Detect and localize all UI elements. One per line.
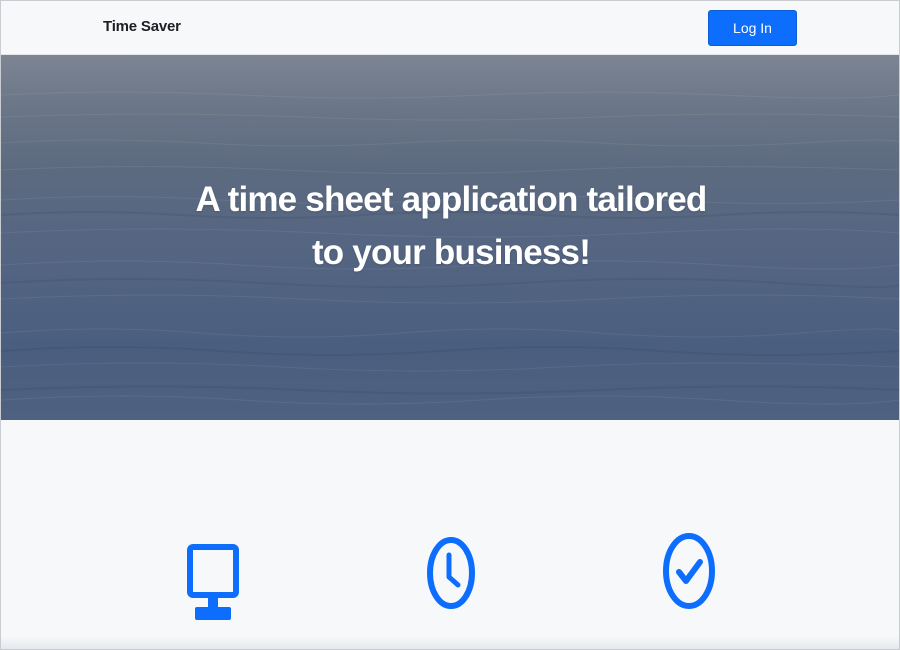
hero-title: A time sheet application tailored to you… — [195, 180, 707, 272]
brand-link[interactable]: Time Saver — [103, 18, 181, 35]
features-section — [1, 420, 899, 649]
bottom-shadow — [1, 637, 899, 649]
clock-icon — [427, 537, 475, 609]
navbar: Time Saver Log In — [1, 1, 899, 55]
login-button[interactable]: Log In — [708, 10, 797, 46]
hero-banner: A time sheet application tailored to you… — [1, 55, 899, 420]
page: Time Saver Log In A time sheet applicati… — [0, 0, 900, 650]
check-circle-icon — [663, 533, 715, 609]
monitor-icon — [187, 544, 239, 620]
